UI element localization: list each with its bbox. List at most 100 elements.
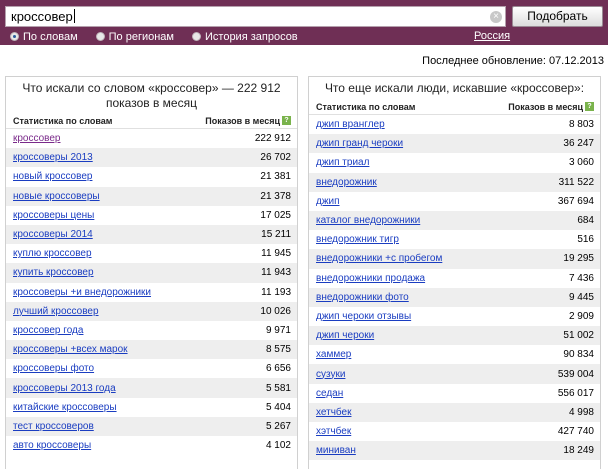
- impressions-count: 18 249: [563, 445, 594, 457]
- keyword-link[interactable]: внедорожник тигр: [316, 234, 399, 245]
- table-row: внедорожник тигр 516: [309, 230, 600, 249]
- impressions-count: 5 581: [265, 382, 291, 394]
- keyword-link[interactable]: каталог внедорожники: [316, 215, 420, 226]
- keyword-link[interactable]: новые кроссоверы: [13, 191, 100, 202]
- impressions-count: 5 404: [265, 401, 291, 413]
- help-icon[interactable]: ?: [585, 102, 594, 111]
- panel-title: Что искали со словом «кроссовер» — 222 9…: [22, 81, 281, 110]
- impressions-count: 367 694: [557, 195, 594, 207]
- table-row: китайские кроссоверы 5 404: [6, 398, 297, 417]
- keyword-link[interactable]: купить кроссовер: [13, 267, 94, 278]
- impressions-count: 36 247: [563, 138, 594, 150]
- keyword-link[interactable]: миниван: [316, 445, 356, 456]
- keyword-link[interactable]: китайские кроссоверы: [13, 402, 117, 413]
- count-column-label: Показов в месяц: [508, 101, 583, 112]
- table-row: седан 556 017: [309, 384, 600, 403]
- radio-icon[interactable]: [192, 32, 201, 41]
- submit-button[interactable]: Подобрать: [512, 6, 603, 27]
- impressions-count: 11 945: [261, 248, 291, 260]
- keyword-link[interactable]: новый кроссовер: [13, 171, 92, 182]
- search-mode-group: По словам По регионам История запросов: [10, 30, 316, 43]
- table-row: внедорожники +с пробегом 19 295: [309, 249, 600, 269]
- table-row: внедорожники продажа 7 436: [309, 269, 600, 288]
- impressions-count: 9 445: [568, 291, 594, 303]
- keyword-link[interactable]: джип триал: [316, 157, 369, 168]
- words-table: кроссовер 222 912 кроссоверы 2013 26 702 нов…: [6, 129, 297, 455]
- keyword-link[interactable]: кроссоверы 2013 года: [13, 383, 116, 394]
- count-column-header: Показов в месяц ?: [205, 116, 291, 126]
- search-value: кроссовер: [11, 9, 75, 24]
- panel-title: Что еще искали люди, искавшие «кроссовер…: [324, 81, 585, 95]
- impressions-count: 4 102: [265, 440, 291, 452]
- mode-label: По регионам: [108, 30, 174, 43]
- keyword-link[interactable]: сузуки: [316, 369, 345, 380]
- impressions-count: 11 943: [261, 267, 291, 279]
- impressions-count: 21 381: [260, 171, 291, 183]
- keyword-link[interactable]: кроссоверы +и внедорожники: [13, 287, 151, 298]
- table-row: новые кроссоверы 21 378: [6, 186, 297, 206]
- keyword-link[interactable]: кроссоверы 2014: [13, 229, 93, 240]
- keyword-link[interactable]: джип вранглер: [316, 119, 385, 130]
- keyword-link[interactable]: кроссоверы +всех марок: [13, 344, 128, 355]
- impressions-count: 222 912: [254, 133, 291, 145]
- keyword-link[interactable]: внедорожники продажа: [316, 273, 425, 284]
- table-row: джип чероки отзывы 2 909: [309, 307, 600, 326]
- keyword-link[interactable]: внедорожники фото: [316, 292, 409, 303]
- table-row: купить кроссовер 11 943: [6, 263, 297, 283]
- table-row: внедорожник 311 522: [309, 172, 600, 192]
- search-input[interactable]: кроссовер ×: [5, 6, 506, 27]
- table-row: кроссоверы 2014 15 211: [6, 224, 297, 245]
- keyword-link[interactable]: кроссоверы цены: [13, 210, 94, 221]
- mode-history[interactable]: История запросов: [192, 31, 298, 43]
- impressions-count: 26 702: [260, 152, 291, 164]
- keyword-link[interactable]: кроссоверы фото: [13, 363, 94, 374]
- keyword-link[interactable]: хаммер: [316, 349, 351, 360]
- impressions-count: 4 998: [568, 406, 594, 418]
- impressions-count: 7 436: [568, 272, 594, 284]
- column-header: Статистика по словам Показов в месяц ?: [309, 99, 600, 115]
- mode-by-regions[interactable]: По регионам: [95, 30, 174, 43]
- mode-by-words[interactable]: По словам: [10, 31, 78, 43]
- keyword-link[interactable]: кроссовер: [13, 133, 61, 144]
- table-row: кроссоверы 2013 года 5 581: [6, 378, 297, 398]
- help-icon[interactable]: ?: [282, 116, 291, 125]
- keyword-link[interactable]: джип: [316, 196, 340, 207]
- radio-icon[interactable]: [95, 32, 105, 41]
- region-link[interactable]: Россия: [474, 30, 510, 42]
- keyword-link[interactable]: хетчбек: [316, 407, 351, 418]
- table-row: куплю кроссовер 11 945: [6, 244, 297, 263]
- keyword-link[interactable]: джип чероки отзывы: [316, 311, 411, 322]
- table-row: хетчбек 4 998: [309, 402, 600, 422]
- keyword-link[interactable]: джип чероки: [316, 330, 374, 341]
- top-bar: кроссовер × Подобрать По словам По регио…: [0, 0, 608, 45]
- keyword-link[interactable]: авто кроссоверы: [13, 440, 91, 451]
- impressions-count: 539 004: [557, 368, 594, 380]
- keyword-link[interactable]: лучший кроссовер: [13, 306, 99, 317]
- keyword-link[interactable]: тест кроссоверов: [13, 421, 94, 432]
- keyword-link[interactable]: джип гранд чероки: [316, 138, 403, 149]
- keyword-link[interactable]: куплю кроссовер: [13, 248, 92, 259]
- mode-label: История запросов: [205, 30, 298, 43]
- keyword-link[interactable]: кроссоверы 2013: [13, 152, 93, 163]
- keyword-link[interactable]: внедорожник: [316, 177, 377, 188]
- keyword-column-header: Статистика по словам: [316, 101, 416, 112]
- impressions-count: 684: [577, 215, 594, 227]
- impressions-count: 21 378: [260, 190, 291, 202]
- impressions-count: 51 002: [563, 330, 594, 342]
- clear-icon[interactable]: ×: [490, 11, 502, 23]
- keyword-link[interactable]: внедорожники +с пробегом: [316, 253, 442, 264]
- table-row: каталог внедорожники 684: [309, 210, 600, 231]
- keyword-link[interactable]: хэтчбек: [316, 426, 351, 437]
- impressions-count: 427 740: [557, 426, 594, 438]
- count-column-header: Показов в месяц ?: [508, 102, 594, 112]
- impressions-count: 8 803: [568, 119, 594, 131]
- keyword-link[interactable]: седан: [316, 388, 343, 399]
- table-row: новый кроссовер 21 381: [6, 167, 297, 186]
- table-row: лучший кроссовер 10 026: [6, 301, 297, 321]
- keyword-link[interactable]: кроссовер года: [13, 325, 83, 336]
- table-row: тест кроссоверов 5 267: [6, 416, 297, 436]
- radio-icon[interactable]: [10, 32, 19, 41]
- column-header: Статистика по словам Показов в месяц ?: [6, 113, 297, 129]
- impressions-count: 3 060: [568, 157, 594, 169]
- table-row: кроссовер 222 912: [6, 129, 297, 148]
